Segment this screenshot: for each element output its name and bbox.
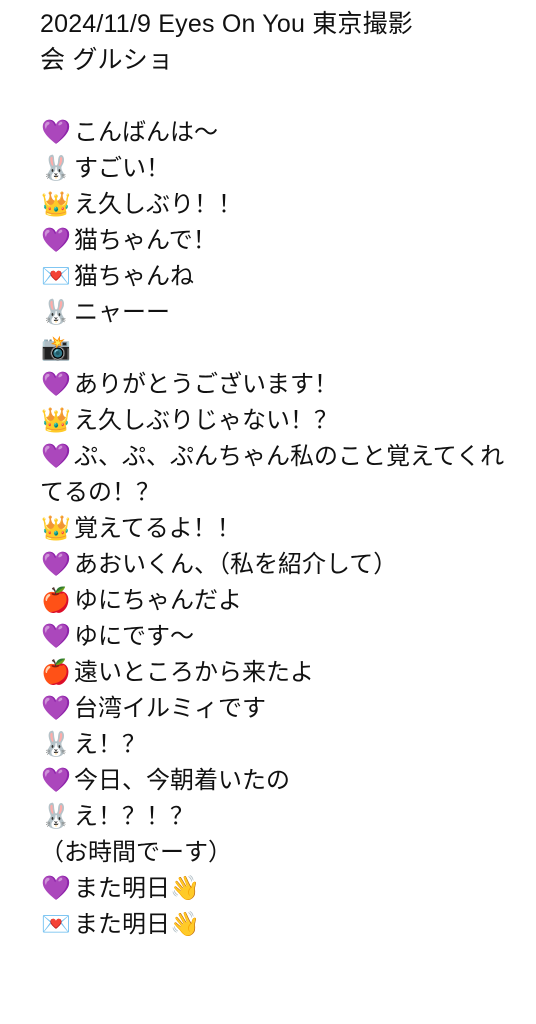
- purple-heart-icon: 💜: [41, 370, 71, 398]
- dialogue-line: 🍎 遠いところから来たよ: [40, 654, 530, 690]
- dialogue-line: 👑 え久しぶり！！: [40, 186, 530, 222]
- title-line-1: 2024/11/9 Eyes On You 東京撮影: [40, 10, 414, 38]
- rabbit-icon: 🐰: [41, 154, 71, 182]
- dialogue-line: （お時間でーす）: [40, 834, 530, 870]
- dialogue-text: え久しぶり！！: [74, 190, 242, 218]
- purple-heart-icon: 💜: [41, 874, 71, 902]
- dialogue-text: 台湾イルミィです: [74, 694, 266, 722]
- dialogue-line: 💜 猫ちゃんで！: [40, 222, 530, 258]
- dialogue-line: 💌 猫ちゃんね: [40, 258, 530, 294]
- purple-heart-icon: 💜: [41, 226, 71, 254]
- purple-heart-icon: 💜: [41, 550, 71, 578]
- purple-heart-icon: 💜: [41, 622, 71, 650]
- crown-icon: 👑: [41, 514, 71, 542]
- dialogue-line: 💜 こんばんは～: [40, 114, 530, 150]
- crown-icon: 👑: [41, 406, 71, 434]
- dialogue-text: 猫ちゃんね: [74, 262, 194, 290]
- dialogue-line: 💜 あおいくん、（私を紹介して）: [40, 546, 530, 582]
- dialogue-text: また明日👋: [74, 874, 200, 902]
- red-apple-icon: 🍎: [41, 586, 71, 614]
- purple-heart-icon: 💜: [41, 442, 71, 470]
- rabbit-icon: 🐰: [41, 298, 71, 326]
- crown-icon: 👑: [41, 190, 71, 218]
- dialogue-text: ゆにちゃんだよ: [74, 586, 242, 614]
- dialogue-text: ニャーー: [74, 298, 170, 326]
- dialogue-list: 💜 こんばんは～ 🐰 すごい！ 👑 え久しぶり！！ 💜 猫ちゃんで！ 💌 猫ちゃんね 🐰 ニャーー 📸 💜…: [40, 114, 530, 942]
- dialogue-line: 💜 ぷ、ぷ、ぷんちゃん私のこと覚えてくれてるの！？: [40, 438, 505, 510]
- dialogue-line: 💜 今日、今朝着いたの: [40, 762, 530, 798]
- dialogue-line: 🐰 すごい！: [40, 150, 530, 186]
- document-page: 2024/11/9 Eyes On You 東京撮影 会 グルショ 💜 こんばんは…: [0, 0, 536, 1024]
- rabbit-icon: 🐰: [41, 730, 71, 758]
- dialogue-text: また明日👋: [74, 910, 200, 938]
- purple-heart-icon: 💜: [41, 694, 71, 722]
- red-apple-icon: 🍎: [41, 658, 71, 686]
- dialogue-line: 📸: [40, 330, 530, 366]
- dialogue-text: あおいくん、（私を紹介して）: [74, 550, 398, 578]
- dialogue-text: 遠いところから来たよ: [74, 658, 314, 686]
- dialogue-line: 👑 覚えてるよ！！: [40, 510, 530, 546]
- love-letter-icon: 💌: [41, 262, 71, 290]
- dialogue-line: 👑 え久しぶりじゃない！？: [40, 402, 530, 438]
- dialogue-text: （お時間でーす）: [40, 838, 232, 866]
- dialogue-line: 🐰 え！？: [40, 726, 530, 762]
- dialogue-text: ゆにです～: [74, 622, 194, 650]
- dialogue-text: え！？！？: [74, 802, 194, 830]
- dialogue-line: 🍎 ゆにちゃんだよ: [40, 582, 530, 618]
- purple-heart-icon: 💜: [41, 118, 71, 146]
- dialogue-line: 💜 また明日👋: [40, 870, 530, 906]
- dialogue-text: こんばんは～: [74, 118, 218, 146]
- rabbit-icon: 🐰: [41, 802, 71, 830]
- dialogue-text: 覚えてるよ！！: [74, 514, 241, 542]
- dialogue-text: すごい！: [74, 154, 170, 182]
- camera-flash-icon: 📸: [41, 334, 71, 362]
- dialogue-line: 💜 ありがとうございます！: [40, 366, 530, 402]
- dialogue-text: え！？: [74, 730, 146, 758]
- dialogue-line: 🐰 ニャーー: [40, 294, 530, 330]
- purple-heart-icon: 💜: [41, 766, 71, 794]
- love-letter-icon: 💌: [41, 910, 71, 938]
- dialogue-line: 💜 台湾イルミィです: [40, 690, 530, 726]
- document-title: 2024/11/9 Eyes On You 東京撮影 会 グルショ: [40, 6, 520, 78]
- dialogue-text: 猫ちゃんで！: [74, 226, 217, 254]
- title-line-2: 会 グルショ: [40, 46, 174, 74]
- dialogue-text: 今日、今朝着いたの: [74, 766, 290, 794]
- dialogue-line: 💜 ゆにです～: [40, 618, 530, 654]
- dialogue-line: 💌 また明日👋: [40, 906, 530, 942]
- dialogue-text: ありがとうございます！: [74, 370, 338, 398]
- dialogue-line: 🐰 え！？！？: [40, 798, 530, 834]
- dialogue-text: え久しぶりじゃない！？: [74, 406, 338, 434]
- dialogue-text: ぷ、ぷ、ぷんちゃん私のこと覚えてくれてるの！？: [40, 442, 505, 506]
